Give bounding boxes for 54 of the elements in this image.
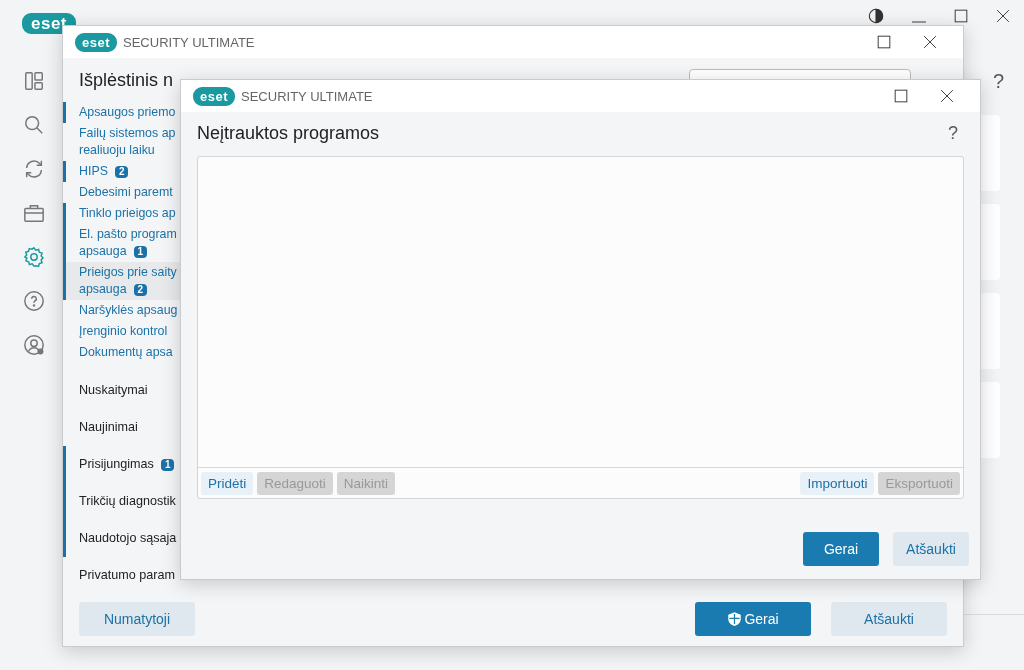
refresh-icon (23, 158, 45, 180)
toolbar-button[interactable]: Pridėti (201, 471, 254, 495)
eset-logo: eset (193, 86, 236, 106)
help-icon (23, 290, 45, 312)
nav-item[interactable]: Naršyklės apsaug (79, 302, 178, 319)
nav-item[interactable]: Privatumo param (79, 567, 175, 584)
count-badge: 2 (133, 283, 148, 296)
nav-item[interactable]: apsauga (79, 281, 127, 298)
nav-item[interactable]: Dokumentų apsa (79, 344, 173, 361)
maximize-icon (954, 9, 968, 23)
settings-icon (23, 246, 45, 268)
dashboard-icon (23, 70, 45, 92)
nav-item[interactable]: Debesimi paremt (79, 184, 173, 201)
nav-item[interactable]: Naujinimai (79, 419, 138, 436)
count-badge: 1 (133, 245, 148, 258)
toolbar-button[interactable]: Importuoti (800, 471, 875, 495)
ok-button[interactable]: Gerai (803, 532, 879, 566)
search-icon (23, 114, 45, 136)
window-heading: Išplėstinis n (79, 69, 174, 91)
help-icon[interactable]: ? (948, 122, 964, 144)
nav-item[interactable]: Failų sistemos ap (79, 125, 176, 142)
product-name: SECURITY ULTIMATE (123, 34, 255, 50)
maximize-icon (894, 89, 908, 103)
minimize-icon (912, 21, 926, 23)
contrast-icon (868, 8, 884, 24)
product-name: SECURITY ULTIMATE (241, 88, 373, 104)
ok-button[interactable]: Gerai (695, 602, 811, 636)
close-icon (923, 35, 937, 49)
shield-icon (727, 611, 743, 627)
nav-item[interactable]: Nuskaitymai (79, 382, 148, 399)
close-icon (940, 89, 954, 103)
user-icon (23, 334, 45, 356)
briefcase-icon (23, 202, 45, 224)
nav-item[interactable]: Naudotojo sąsaja (79, 530, 177, 547)
nav-item[interactable]: realiuoju laiku (79, 142, 155, 159)
dialog-title: Neįtrauktos programos (197, 122, 381, 144)
count-badge: 1 (160, 458, 175, 471)
nav-item[interactable]: Prisijungimas (79, 456, 154, 473)
cancel-button[interactable]: Atšaukti (893, 532, 969, 566)
nav-item[interactable]: Apsaugos priemo (79, 104, 176, 121)
cancel-button[interactable]: Atšaukti (831, 602, 947, 636)
close-icon (996, 9, 1010, 23)
eset-logo: eset (75, 32, 118, 52)
nav-item[interactable]: Prieigos prie saity (79, 264, 177, 281)
nav-item[interactable]: Trikčių diagnostik (79, 493, 176, 510)
nav-item[interactable]: Tinklo prieigos ap (79, 205, 176, 222)
nav-item[interactable]: El. pašto program (79, 226, 177, 243)
maximize-icon (877, 35, 891, 49)
help-icon[interactable]: ? (992, 70, 1004, 93)
nav-item[interactable]: Įrenginio kontrol (79, 323, 168, 340)
default-button[interactable]: Numatytoji (79, 602, 195, 636)
count-badge: 2 (114, 165, 129, 178)
nav-item[interactable]: HIPS (79, 163, 108, 180)
nav-item[interactable]: apsauga (79, 243, 127, 260)
